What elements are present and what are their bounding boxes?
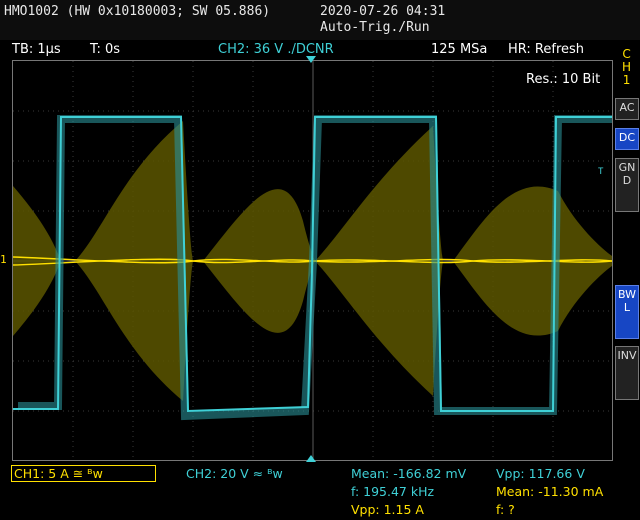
ch1-mean-measurement: Mean: -11.30 mA [496, 484, 604, 499]
bwl-button[interactable]: BWL [615, 285, 639, 339]
ch2-trigger[interactable]: CH2: 36 V ./DCNR [218, 42, 334, 57]
waveform-svg [12, 61, 613, 460]
trigger-level-marker[interactable]: T [598, 167, 603, 177]
ch1-frequency-measurement: f: ? [496, 502, 515, 517]
ch1-ground-marker[interactable]: 1 [0, 253, 7, 266]
ch1-vpp-measurement: Vpp: 1.15 A [351, 502, 424, 517]
ch2-scale[interactable]: CH2: 20 V ≈ ᴮw [186, 466, 283, 481]
waveform-display[interactable] [12, 60, 613, 461]
channel-side-panel: C H 1 AC DC GND BWL INV [614, 40, 640, 520]
device-id: HMO1002 (HW 0x10180003; SW 05.886) [4, 4, 271, 19]
ch2-frequency-measurement: f: 195.47 kHz [351, 484, 435, 499]
dc-coupling-button[interactable]: DC [615, 128, 639, 150]
trigger-time[interactable]: T: 0s [90, 42, 120, 57]
trigger-bottom-marker[interactable] [306, 455, 316, 462]
sample-rate: 125 MSa [431, 42, 488, 57]
hr-mode[interactable]: HR: Refresh [508, 42, 584, 57]
trigger-position-marker[interactable] [306, 56, 316, 63]
resolution: Res.: 10 Bit [526, 72, 601, 87]
channel-label: C H 1 [622, 47, 632, 87]
timebase[interactable]: TB: 1µs [12, 42, 61, 57]
ch2-mean-measurement: Mean: -166.82 mV [351, 466, 467, 481]
invert-button[interactable]: INV [615, 346, 639, 400]
ch2-vpp-measurement: Vpp: 117.66 V [496, 466, 585, 481]
gnd-button[interactable]: GND [615, 158, 639, 212]
ch1-scale-box[interactable]: CH1: 5 A ≅ ᴮw [11, 465, 156, 482]
trigger-mode: Auto-Trig./Run [320, 20, 430, 35]
datetime: 2020-07-26 04:31 [320, 4, 446, 19]
ac-coupling-button[interactable]: AC [615, 98, 639, 120]
